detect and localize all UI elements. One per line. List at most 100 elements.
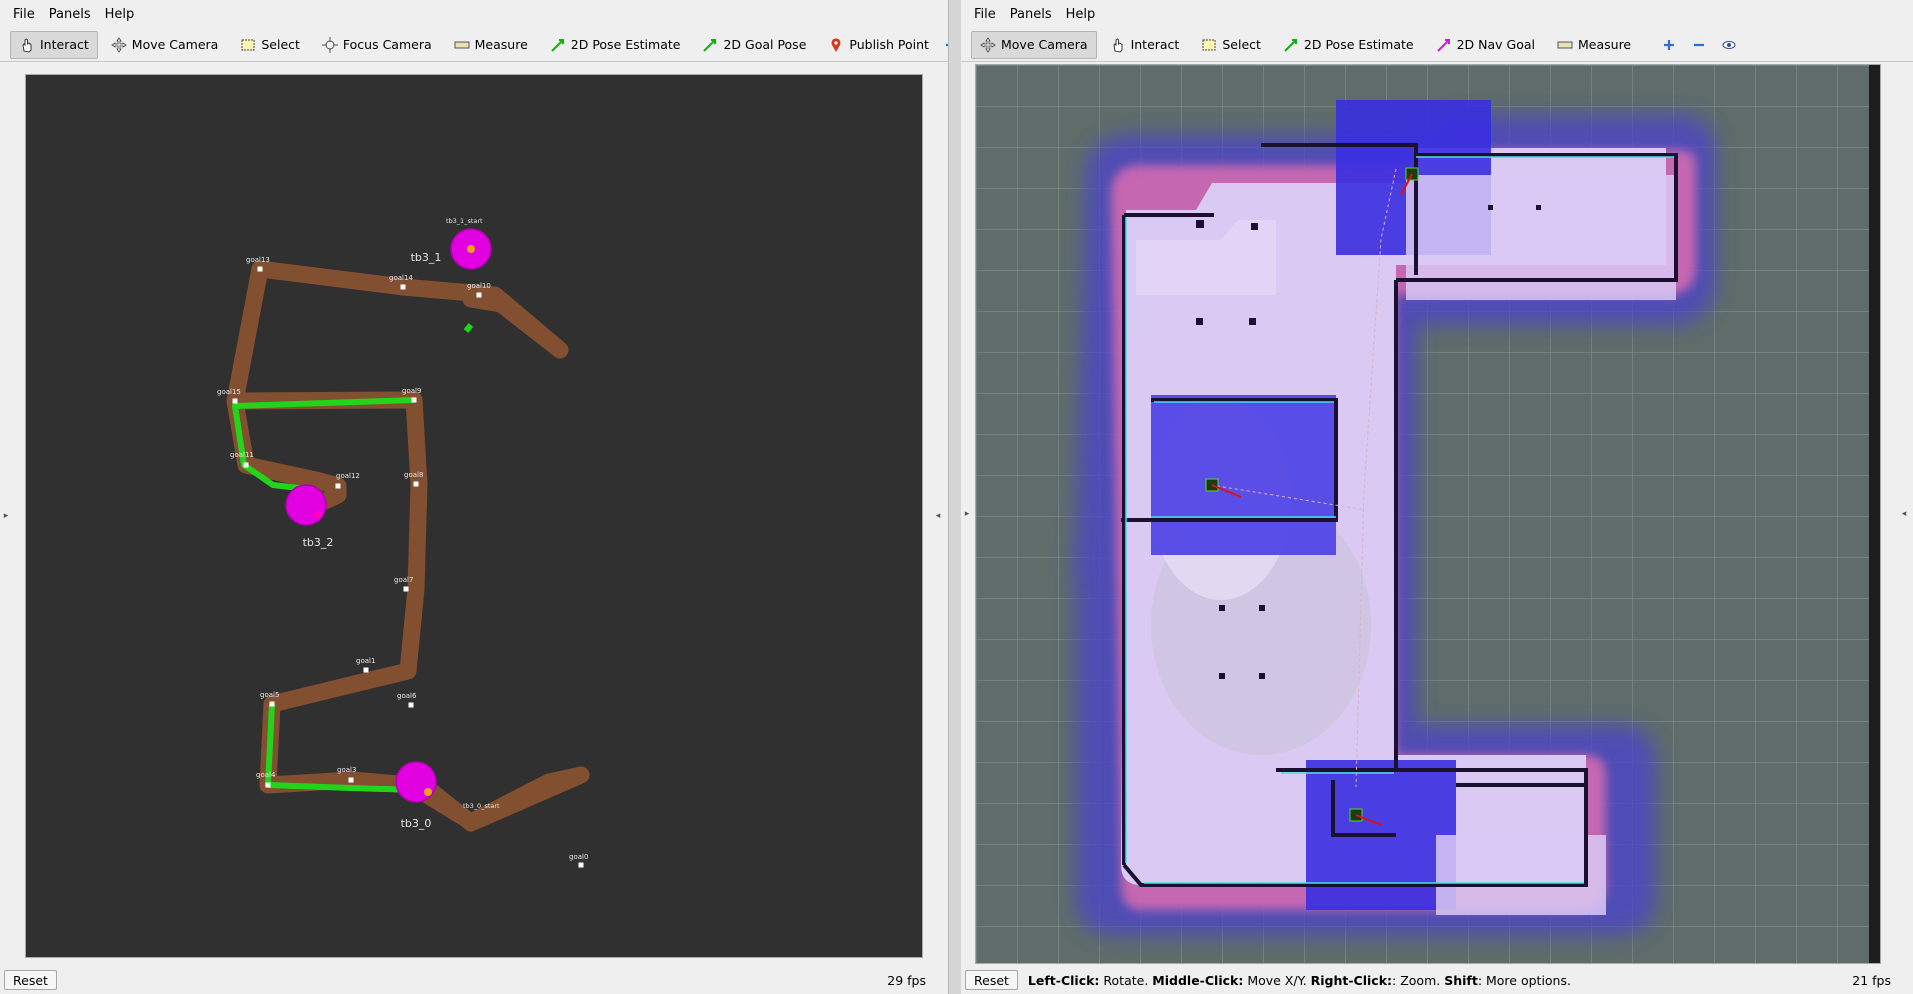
goal-label: goal0 [569,853,588,861]
menu-panels[interactable]: Panels [1003,7,1059,22]
menubar: File Panels Help [0,0,948,28]
goal-label: goal6 [397,692,417,700]
robot-body[interactable] [285,484,327,526]
fps-readout: 29 fps [887,972,926,988]
robot-heading-dot [467,245,475,253]
goal-label: goal14 [389,274,413,282]
tool-label: Measure [1578,37,1632,52]
goal-marker[interactable] [408,702,414,708]
menubar: File Panels Help [961,0,1913,28]
menu-help[interactable]: Help [98,7,142,22]
goal-label: goal10 [467,282,491,290]
add-tool-button[interactable] [1656,31,1682,59]
goal-marker[interactable] [335,483,341,489]
add-tool-button[interactable] [942,31,948,59]
statusbar: Reset 29 fps [0,966,948,994]
hint-right-key: Right-Click: [1310,972,1393,988]
goal-marker[interactable] [413,481,419,487]
green-arrow-icon [550,37,566,53]
toolbar: Move Camera Interact Select 2D Pose Esti… [961,28,1913,62]
tool-interact[interactable]: Interact [1101,31,1189,59]
left-dock-handle[interactable]: ▸ [962,64,972,964]
goal-label: goal13 [246,256,270,264]
tool-measure[interactable]: Measure [445,31,537,59]
goal-marker[interactable] [348,777,354,783]
tool-label: Focus Camera [342,37,432,52]
goal-marker[interactable] [232,398,238,404]
hint-right-text: : Zoom. [1392,972,1445,988]
right-dock-handle[interactable]: ◂ [933,74,943,958]
select-box-icon [1201,37,1217,53]
goal-label: goal3 [337,766,356,774]
planned-path-brown [226,260,590,832]
focus-crosshair-icon [321,36,338,53]
tool-2d-goal-pose[interactable]: 2D Goal Pose [693,31,815,59]
planned-path-segment [226,260,590,832]
robot-heading-dot [314,511,322,519]
hint-shift-key: Shift [1444,972,1478,988]
remove-tool-button[interactable] [1686,31,1712,59]
robot-start-label: tb3_1_start [446,217,483,225]
map-canvas[interactable] [976,65,1881,964]
tool-interact[interactable]: Interact [10,30,98,59]
3d-view[interactable]: goal0 goal1 goal3 goal4 goal5 goal6 goal7 goal8… [25,74,923,958]
hand-pointer-icon [19,37,35,53]
move-arrows-icon [111,36,127,53]
robot-name-label: tb3_2 [303,536,334,549]
tool-label: 2D Pose Estimate [570,37,681,52]
tool-2d-pose-estimate[interactable]: 2D Pose Estimate [541,31,690,59]
goal-marker[interactable] [257,266,263,272]
goal-marker[interactable] [578,862,584,868]
right-dock-handle[interactable]: ◂ [1899,64,1909,964]
mouse-hint: Left-Click: Rotate. Middle-Click: Move X… [1028,973,1571,988]
tool-2d-pose-estimate[interactable]: 2D Pose Estimate [1274,31,1423,59]
ruler-icon [454,37,470,53]
goal-marker[interactable] [363,667,369,673]
goal-label: goal8 [404,471,423,479]
goal-marker[interactable] [400,284,406,290]
menu-file[interactable]: File [967,7,1003,22]
scene-canvas[interactable]: goal0 goal1 goal3 goal4 goal5 goal6 goal7 goal8… [26,75,923,958]
robot-name-label: tb3_0 [401,817,432,830]
map-pin-icon [828,37,844,53]
ruler-icon [1557,37,1573,53]
menu-file[interactable]: File [6,7,42,22]
goal-marker[interactable] [269,701,275,707]
view-options-button[interactable] [1716,31,1742,59]
tool-focus-camera[interactable]: Focus Camera [313,31,441,59]
green-arrow-icon [1283,37,1299,53]
panel-edge [1869,65,1880,963]
goal-marker[interactable] [243,462,249,468]
hint-left-text: Rotate. [1099,972,1153,988]
goal-marker[interactable] [265,782,271,788]
magenta-arrow-icon [1436,37,1452,53]
menu-panels[interactable]: Panels [42,7,98,22]
robot-body[interactable] [395,761,437,803]
tool-label: 2D Pose Estimate [1303,37,1414,52]
tool-move-camera[interactable]: Move Camera [102,31,228,59]
tool-publish-point[interactable]: Publish Point [819,31,938,59]
zoom-plus-icon [1661,37,1677,53]
tool-measure[interactable]: Measure [1548,31,1640,59]
tool-select[interactable]: Select [1192,31,1270,59]
menu-help[interactable]: Help [1059,7,1103,22]
goal-marker[interactable] [403,586,409,592]
tool-label: Move Camera [131,37,219,52]
goal-marker[interactable] [476,292,482,298]
reset-button[interactable]: Reset [4,970,57,990]
tool-label: 2D Goal Pose [723,37,807,52]
tool-select[interactable]: Select [231,31,309,59]
reset-button[interactable]: Reset [965,970,1018,990]
tool-move-camera[interactable]: Move Camera [971,30,1097,59]
3d-view[interactable] [975,64,1881,964]
robot-heading-dot [424,788,432,796]
left-dock-handle[interactable]: ▸ [1,74,11,958]
goal-label: goal4 [256,771,276,779]
tool-2d-nav-goal[interactable]: 2D Nav Goal [1427,31,1544,59]
rviz-window-left: File Panels Help Interact Move Camera Se… [0,0,949,994]
hint-middle-text: Move X/Y. [1243,972,1311,988]
tool-label: Publish Point [849,37,929,52]
goal-label: goal9 [402,387,421,395]
goal-marker[interactable] [411,397,417,403]
tool-label: Interact [1130,37,1180,52]
